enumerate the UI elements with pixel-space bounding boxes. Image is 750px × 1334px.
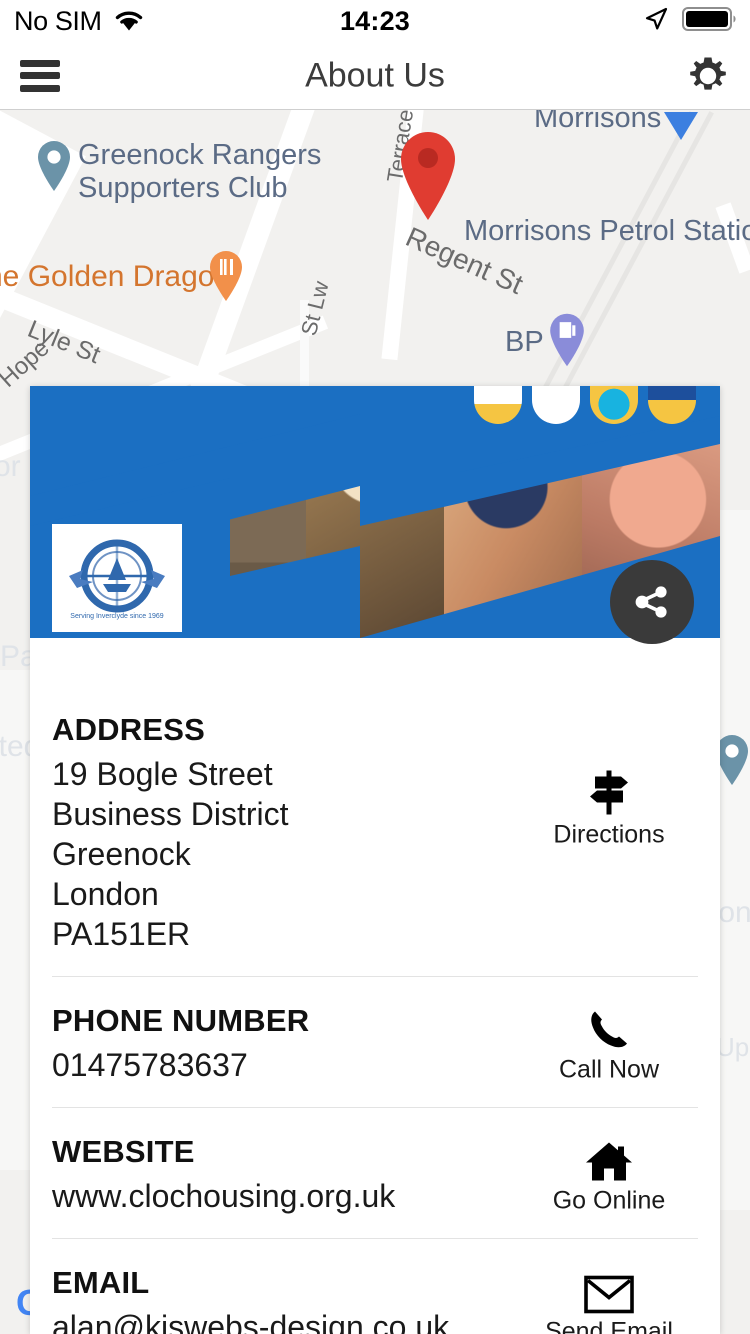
clock-label: 14:23 bbox=[339, 5, 411, 36]
business-info-card: Serving Inverclyde since 1969 ADDRESS 19… bbox=[30, 386, 720, 1334]
action-label: Go Online bbox=[552, 1186, 666, 1215]
section-website: WEBSITE www.clochousing.org.uk Go Online bbox=[52, 1108, 698, 1239]
card-body: ADDRESS 19 Bogle Street Business Distric… bbox=[30, 638, 720, 1334]
section-email: EMAIL alan@kiswebs-design.co.uk Send Ema… bbox=[52, 1239, 698, 1334]
address-line: PA151ER bbox=[52, 916, 191, 952]
battery-full-icon bbox=[682, 6, 738, 37]
page-title: About Us bbox=[305, 56, 445, 94]
action-label: Directions bbox=[553, 820, 665, 849]
phone-icon bbox=[534, 1000, 684, 1054]
map-label: Greenock Rangers bbox=[78, 139, 322, 171]
section-phone: PHONE NUMBER 01475783637 Call Now bbox=[52, 977, 698, 1108]
status-bar-right bbox=[642, 0, 738, 42]
share-button[interactable] bbox=[610, 560, 694, 644]
go-online-button[interactable]: Go Online bbox=[534, 1131, 684, 1216]
status-bar-center: 14:23 bbox=[0, 0, 750, 42]
section-address: ADDRESS 19 Bogle Street Business Distric… bbox=[52, 638, 698, 977]
badge-icon bbox=[532, 386, 580, 424]
action-label: Call Now bbox=[558, 1055, 660, 1084]
action-label: Send Email bbox=[545, 1317, 673, 1334]
map-label: Morrisons bbox=[534, 110, 662, 134]
map-pin-restaurant[interactable] bbox=[206, 250, 246, 302]
send-email-button[interactable]: Send Email bbox=[534, 1262, 684, 1334]
call-now-button[interactable]: Call Now bbox=[534, 1000, 684, 1085]
envelope-icon bbox=[534, 1262, 684, 1316]
map-marker-primary[interactable] bbox=[396, 130, 460, 222]
map-label: he Golden Dragon bbox=[0, 260, 232, 293]
map-label: BP bbox=[505, 326, 544, 358]
accreditation-badges bbox=[474, 386, 696, 424]
badge-icon bbox=[590, 386, 638, 424]
banner-photo bbox=[306, 386, 444, 638]
signpost-icon bbox=[534, 765, 684, 819]
location-arrow-icon bbox=[642, 5, 670, 38]
status-bar: No SIM 14:23 bbox=[0, 0, 750, 42]
map-label: Up bbox=[716, 1032, 750, 1062]
gear-icon[interactable] bbox=[684, 52, 732, 100]
share-icon bbox=[635, 586, 667, 618]
home-icon bbox=[534, 1131, 684, 1185]
address-line: London bbox=[52, 876, 159, 912]
company-logo: Serving Inverclyde since 1969 bbox=[52, 524, 182, 632]
map-pin-fuel[interactable] bbox=[546, 312, 586, 367]
banner-photo bbox=[168, 386, 306, 638]
section-label: ADDRESS bbox=[52, 712, 205, 747]
map-pin-teal[interactable] bbox=[34, 140, 74, 192]
map-pin-blue-arrow[interactable] bbox=[660, 110, 700, 162]
directions-button[interactable]: Directions bbox=[534, 765, 684, 850]
badge-icon bbox=[474, 386, 522, 424]
badge-icon bbox=[648, 386, 696, 424]
svg-text:Serving Inverclyde since 1969: Serving Inverclyde since 1969 bbox=[70, 613, 163, 620]
map-label: Morrisons Petrol Station bbox=[464, 215, 750, 247]
navigation-bar: About Us bbox=[0, 42, 750, 110]
map-label: Supporters Club bbox=[78, 172, 288, 204]
